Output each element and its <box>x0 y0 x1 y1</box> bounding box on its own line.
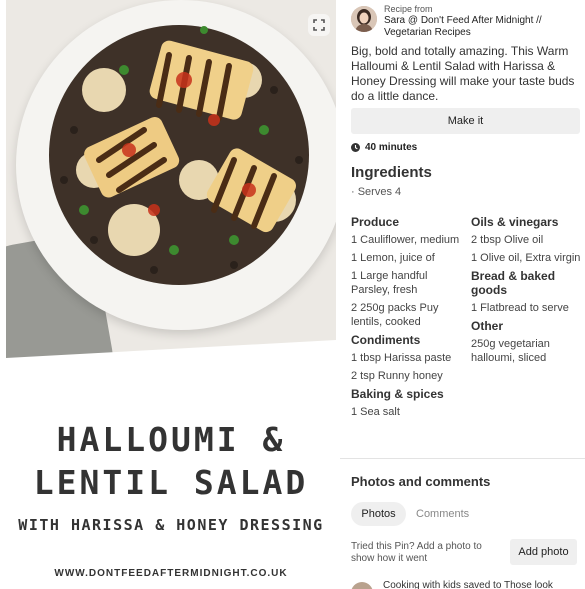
tab-photos[interactable]: Photos <box>351 502 406 526</box>
image-website: WWW.DONTFEEDAFTERMIDNIGHT.CO.UK <box>54 568 288 579</box>
activity-row[interactable]: Cooking with kids saved to Those look <box>351 580 583 589</box>
category-oils-vinegars: Oils & vinegars <box>471 215 559 229</box>
photos-comments-title: Photos and comments <box>351 474 491 489</box>
make-it-button[interactable]: Make it <box>351 108 580 134</box>
ingredient-item: 2 tsp Runny honey <box>351 370 443 382</box>
ingredient-item: 250g vegetarian halloumi, sliced <box>471 338 550 364</box>
cook-time-value: 40 minutes <box>365 142 418 153</box>
ingredient-item: 1 Lemon, juice of <box>351 252 435 264</box>
ingredients-title: Ingredients <box>351 164 432 181</box>
image-subtitle: WITH HARISSA & HONEY DRESSING <box>18 516 324 534</box>
clock-icon <box>351 143 360 152</box>
author-row[interactable]: Recipe from Sara @ Don't Feed After Midn… <box>351 4 581 40</box>
expand-icon <box>313 19 325 31</box>
activity-text: Cooking with kids saved to Those look <box>383 580 553 589</box>
serves-count: · Serves 4 <box>351 186 402 198</box>
pin-image[interactable]: HALLOUMI & LENTIL SALAD WITH HARISSA & H… <box>6 0 336 589</box>
section-divider <box>340 458 585 459</box>
tab-comments[interactable]: Comments <box>416 508 469 520</box>
add-photo-button[interactable]: Add photo <box>510 539 577 565</box>
image-title-line2: LENTIL SALAD <box>33 463 309 502</box>
ingredient-item: 1 tbsp Harissa paste <box>351 352 452 364</box>
category-bread-baked-goods: Bread & baked goods <box>471 269 556 297</box>
expand-button[interactable] <box>308 14 330 36</box>
avatar-image <box>351 6 377 32</box>
cook-time: 40 minutes <box>351 142 417 153</box>
ingredient-item: 1 Flatbread to serve <box>471 302 569 314</box>
ingredient-item: 2 250g packs Puy lentils, cooked <box>351 302 439 328</box>
ingredients-column-left: Produce 1 Cauliflower, medium 1 Lemon, j… <box>351 215 466 423</box>
ingredient-item: 1 Olive oil, Extra virgin <box>471 252 581 264</box>
ingredient-item: 1 Cauliflower, medium <box>351 234 460 246</box>
category-other: Other <box>471 319 504 333</box>
category-condiments: Condiments <box>351 333 421 347</box>
halloumi-salad-illustration <box>49 25 309 285</box>
ingredients-column-right: Oils & vinegars 2 tbsp Olive oil 1 Olive… <box>471 215 585 369</box>
recipe-from-label: Recipe from <box>384 4 433 14</box>
avatar[interactable] <box>351 6 377 32</box>
pin-description: Big, bold and totally amazing. This Warm… <box>351 44 575 103</box>
activity-avatar <box>351 582 373 589</box>
ingredient-item: 1 Large handful Parsley, fresh <box>351 270 428 296</box>
ingredient-item: 1 Sea salt <box>351 406 400 418</box>
author-name[interactable]: Sara @ Don't Feed After Midnight // Vege… <box>384 15 584 39</box>
tried-pin-prompt: Tried this Pin? Add a photo to show how … <box>351 541 482 564</box>
ingredient-item: 2 tbsp Olive oil <box>471 234 544 246</box>
category-produce: Produce <box>351 215 400 229</box>
image-title-line1: HALLOUMI & <box>56 420 286 459</box>
category-baking-spices: Baking & spices <box>351 387 444 401</box>
